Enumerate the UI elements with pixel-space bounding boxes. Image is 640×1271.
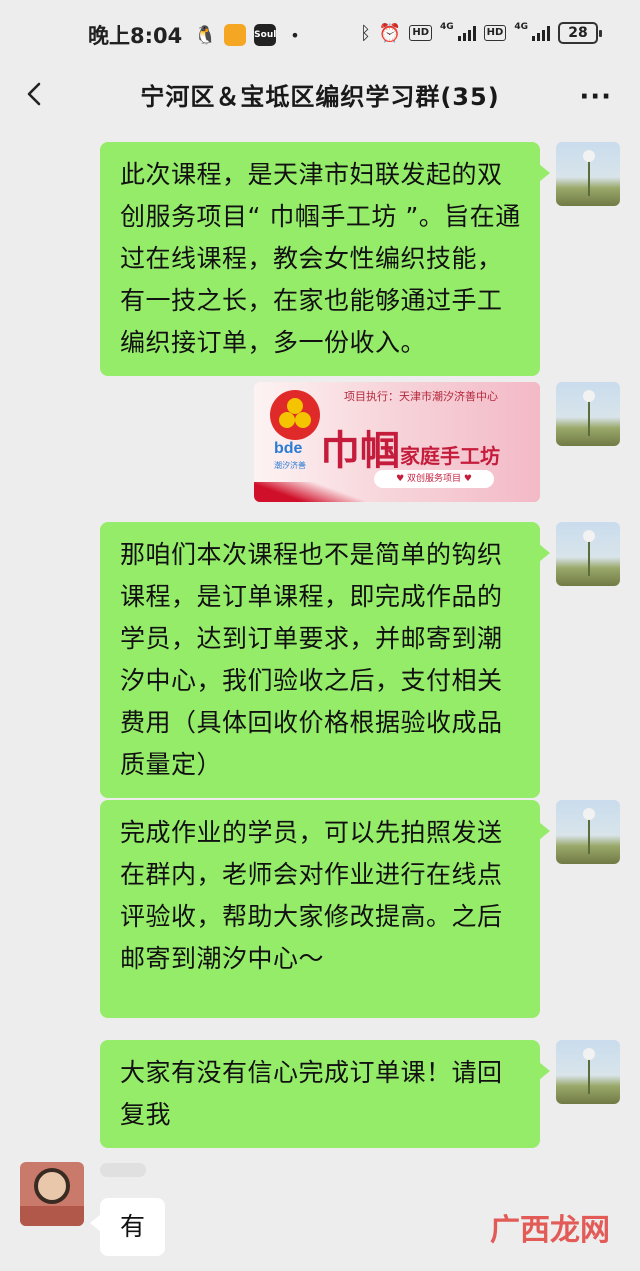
message-bubble-other[interactable]: 有	[89, 1198, 166, 1256]
womens-federation-logo-icon	[270, 390, 320, 440]
watermark: 广西龙网	[490, 1213, 610, 1248]
chat-header: 宁河区＆宝坻区编织学习群(35) ···	[0, 70, 640, 118]
image-banner-text: 项目执行：天津市潮汐济善中心	[344, 390, 498, 403]
avatar-self[interactable]	[556, 1040, 620, 1104]
avatar-other[interactable]	[20, 1162, 84, 1226]
avatar-self[interactable]	[556, 522, 620, 586]
hd-icon-2: HD	[483, 25, 507, 41]
message-bubble[interactable]: 完成作业的学员，可以先拍照发送在群内，老师会对作业进行在线点评验收，帮助大家修改…	[100, 800, 550, 1018]
image-mid-text: 家庭手工坊	[400, 444, 500, 468]
image-brand-sub: 潮汐济善	[274, 461, 306, 470]
ribbon-decoration	[254, 482, 364, 502]
more-options-icon[interactable]: ···	[579, 82, 612, 112]
status-time: 晚上8:04	[88, 24, 183, 48]
signal-icon	[457, 25, 476, 41]
hd-icon: HD	[409, 25, 433, 41]
chat-title: 宁河区＆宝坻区编织学习群(35)	[140, 82, 500, 111]
sender-name-blurred	[100, 1163, 146, 1177]
battery-icon: 28	[558, 22, 602, 44]
avatar-self[interactable]	[556, 142, 620, 206]
status-right: ᛒ ⏰ HD 4G HD 4G 28	[360, 22, 602, 44]
avatar-self[interactable]	[556, 382, 620, 446]
image-brand: bde	[274, 440, 303, 457]
bluetooth-icon: ᛒ	[360, 22, 371, 44]
back-arrow-icon[interactable]	[22, 80, 50, 108]
penguin-icon: 🐧	[194, 24, 217, 46]
message-bubble[interactable]: 大家有没有信心完成订单课！请回复我	[100, 1040, 550, 1148]
image-pill: ♥ 双创服务项目 ♥	[374, 470, 494, 488]
network-label-1: 4G	[440, 22, 454, 32]
message-bubble[interactable]: 那咱们本次课程也不是简单的钩织课程，是订单课程，即完成作品的学员，达到订单要求，…	[100, 522, 550, 798]
signal-icon-2	[532, 25, 550, 41]
orange-app-icon	[224, 24, 247, 46]
soul-app-icon: Soul	[254, 24, 276, 46]
status-dot-icon: •	[290, 25, 300, 45]
avatar-self[interactable]	[556, 800, 620, 864]
network-label-2: 4G	[514, 22, 528, 32]
status-bar: 晚上8:04 🐧 Soul • ᛒ ⏰ HD 4G HD 4G 28	[0, 0, 640, 70]
image-message[interactable]: 项目执行：天津市潮汐济善中心 bde 潮汐济善 巾帼 家庭手工坊 ♥ 双创服务项…	[254, 382, 540, 502]
message-bubble[interactable]: 此次课程，是天津市妇联发起的双创服务项目“ 巾帼手工坊 ”。旨在通过在线课程，教…	[100, 142, 550, 376]
alarm-icon: ⏰	[378, 22, 402, 44]
image-big-text: 巾帼	[320, 427, 400, 474]
